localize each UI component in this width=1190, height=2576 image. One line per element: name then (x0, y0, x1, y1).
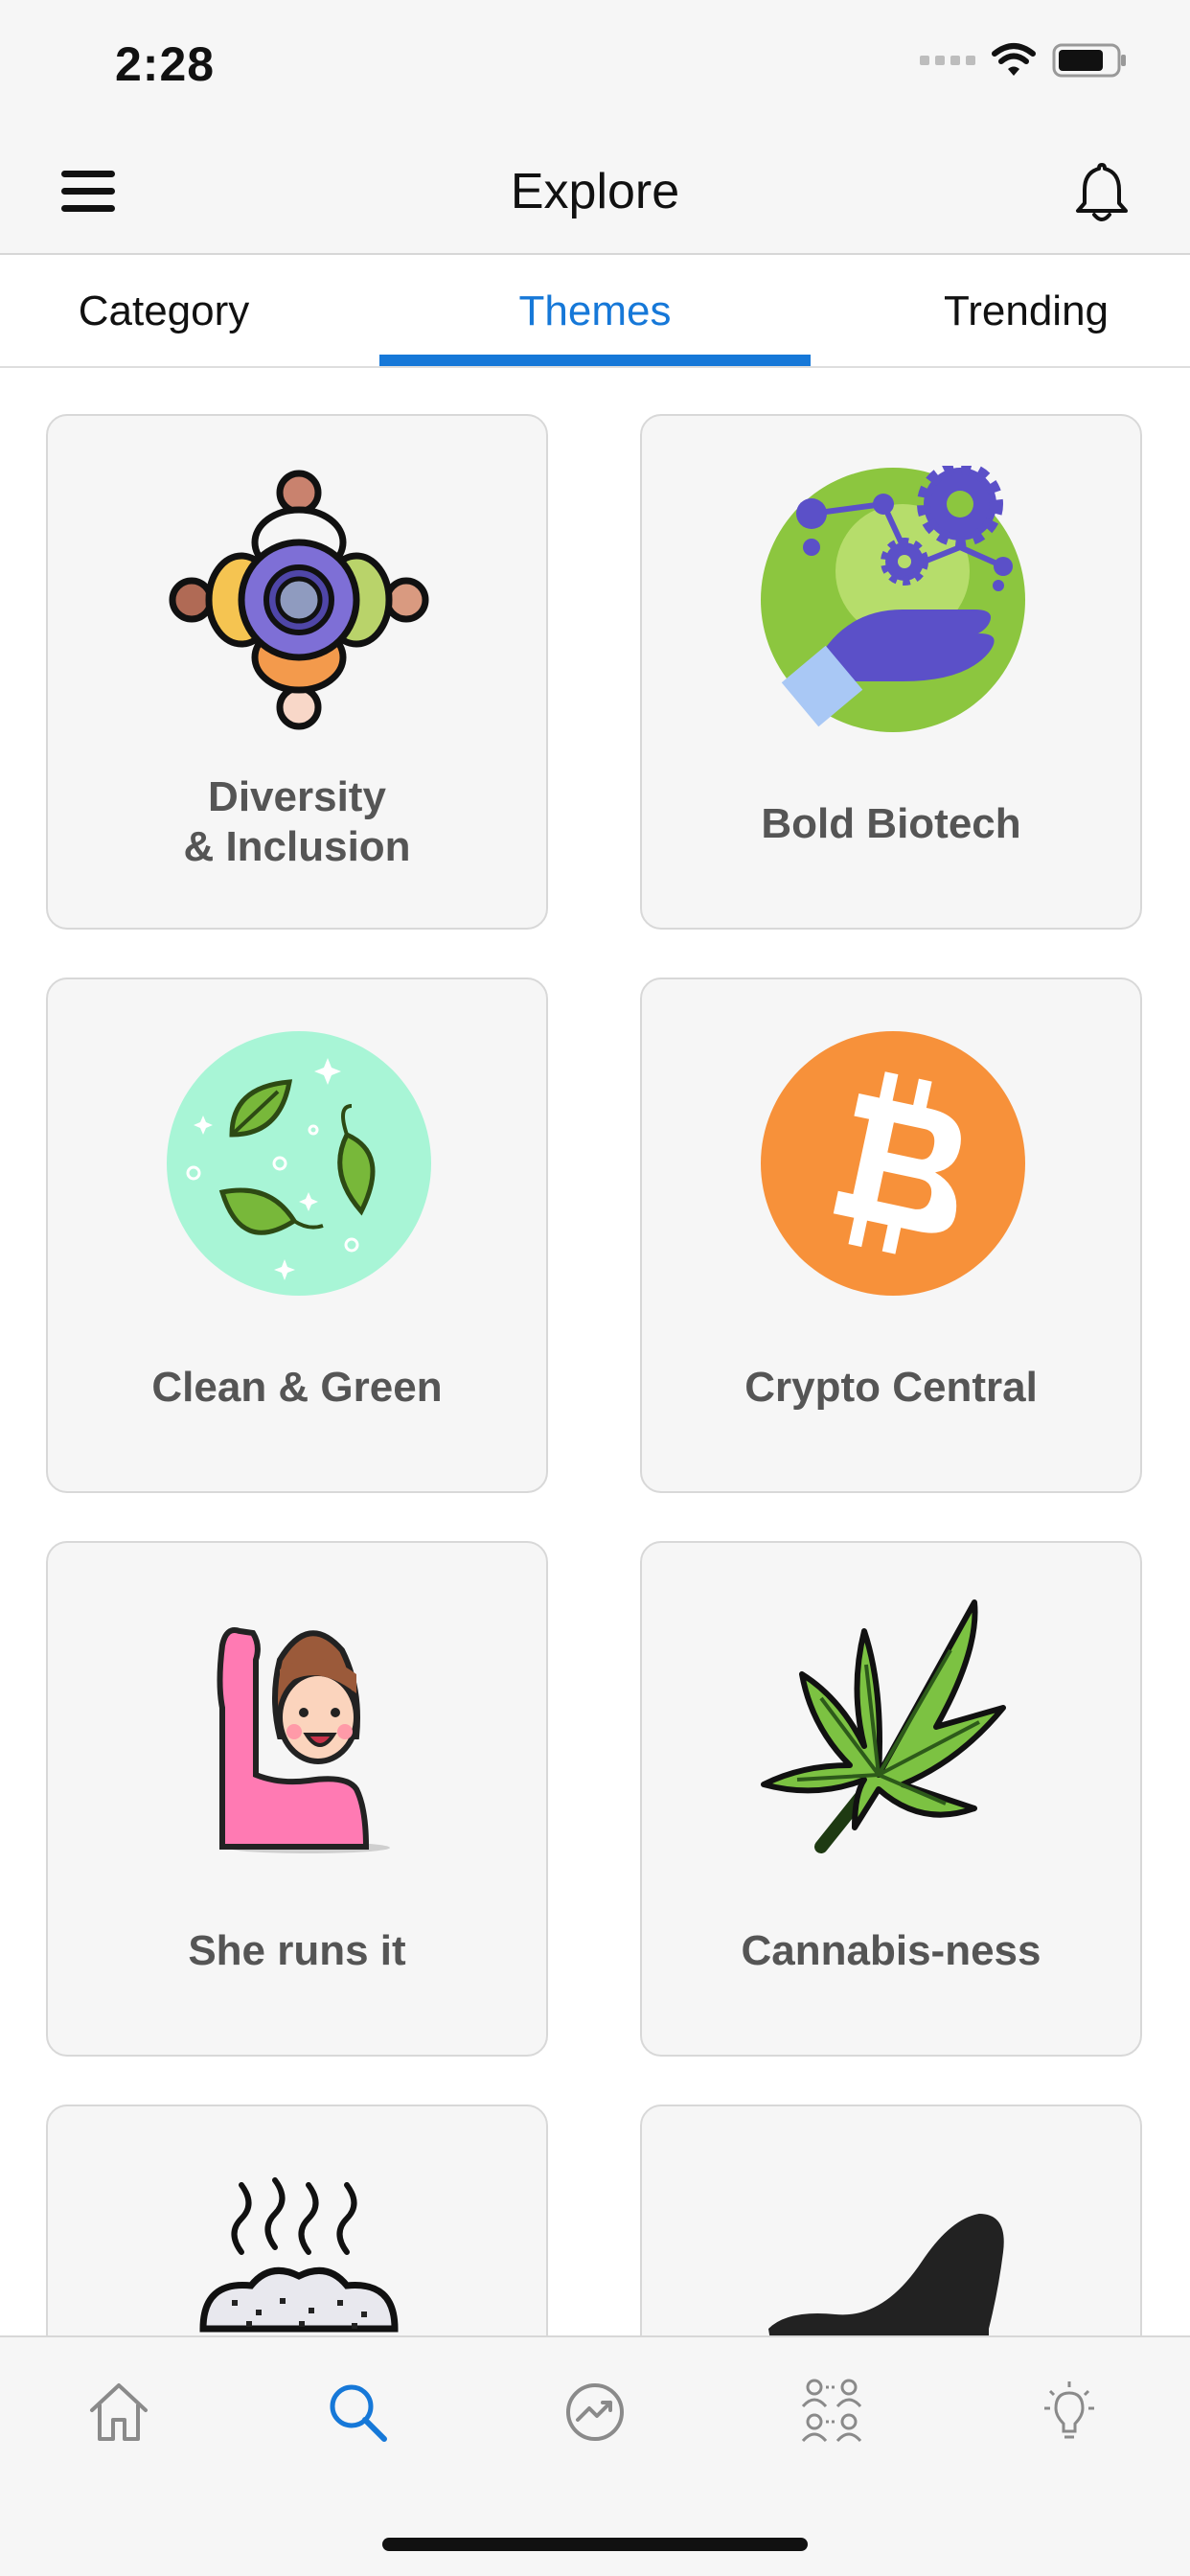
themes-grid: Diversity & Inclusion Bold Biotech Clean… (46, 414, 1144, 2335)
tab-themes[interactable]: Themes (379, 255, 811, 368)
status-bar: 2:28 (0, 0, 1190, 128)
cannabis-leaf-icon (761, 1599, 1006, 1853)
theme-card-food[interactable] (46, 2104, 548, 2335)
home-indicator[interactable] (382, 2538, 808, 2551)
tab-category[interactable]: Category (0, 255, 328, 368)
nav-trending[interactable] (538, 2355, 652, 2470)
bitcoin-icon (761, 1031, 1025, 1296)
steaming-food-icon (199, 2177, 399, 2333)
theme-card-high-heel[interactable] (640, 2104, 1142, 2335)
theme-label: Clean & Green (151, 1364, 443, 1411)
status-icons (920, 42, 1129, 79)
status-time: 2:28 (115, 37, 216, 91)
theme-label: She runs it (188, 1927, 406, 1974)
lightbulb-icon (1044, 2381, 1094, 2439)
theme-card-she-runs-it[interactable]: She runs it (46, 1541, 548, 2057)
theme-label: Bold Biotech (761, 800, 1021, 847)
tab-trending[interactable]: Trending (862, 255, 1190, 368)
nav-ideas[interactable] (1012, 2355, 1127, 2470)
page-title: Explore (510, 164, 680, 219)
active-tab-indicator (379, 355, 811, 366)
app-header: Explore (0, 128, 1190, 255)
wifi-icon (992, 43, 1036, 76)
home-icon (90, 2383, 148, 2441)
biotech-hand-gears-icon (761, 466, 1025, 732)
theme-card-clean-green[interactable]: Clean & Green (46, 978, 548, 1493)
tab-bar: Category Themes Trending (0, 255, 1190, 368)
bell-icon[interactable] (1067, 157, 1136, 226)
leaves-circle-icon (167, 1031, 431, 1296)
theme-card-bold-biotech[interactable]: Bold Biotech (640, 414, 1142, 930)
nav-community[interactable] (774, 2355, 889, 2470)
theme-label: Diversity & Inclusion (183, 773, 411, 870)
theme-card-crypto-central[interactable]: Crypto Central (640, 978, 1142, 1493)
theme-card-cannabis-ness[interactable]: Cannabis-ness (640, 1541, 1142, 2057)
nav-home[interactable] (61, 2355, 176, 2470)
high-heel-icon (768, 2214, 1004, 2335)
theme-card-diversity[interactable]: Diversity & Inclusion (46, 414, 548, 930)
trending-icon (566, 2383, 624, 2441)
community-icon (801, 2379, 862, 2443)
theme-label: Crypto Central (744, 1364, 1038, 1411)
search-icon (330, 2384, 387, 2442)
nav-explore[interactable] (300, 2355, 415, 2470)
woman-raising-hand-icon (217, 1627, 390, 1853)
theme-label: Cannabis-ness (741, 1927, 1041, 1974)
diversity-people-icon (169, 470, 429, 730)
cellular-signal-icon (920, 56, 975, 65)
battery-icon (1052, 43, 1126, 78)
